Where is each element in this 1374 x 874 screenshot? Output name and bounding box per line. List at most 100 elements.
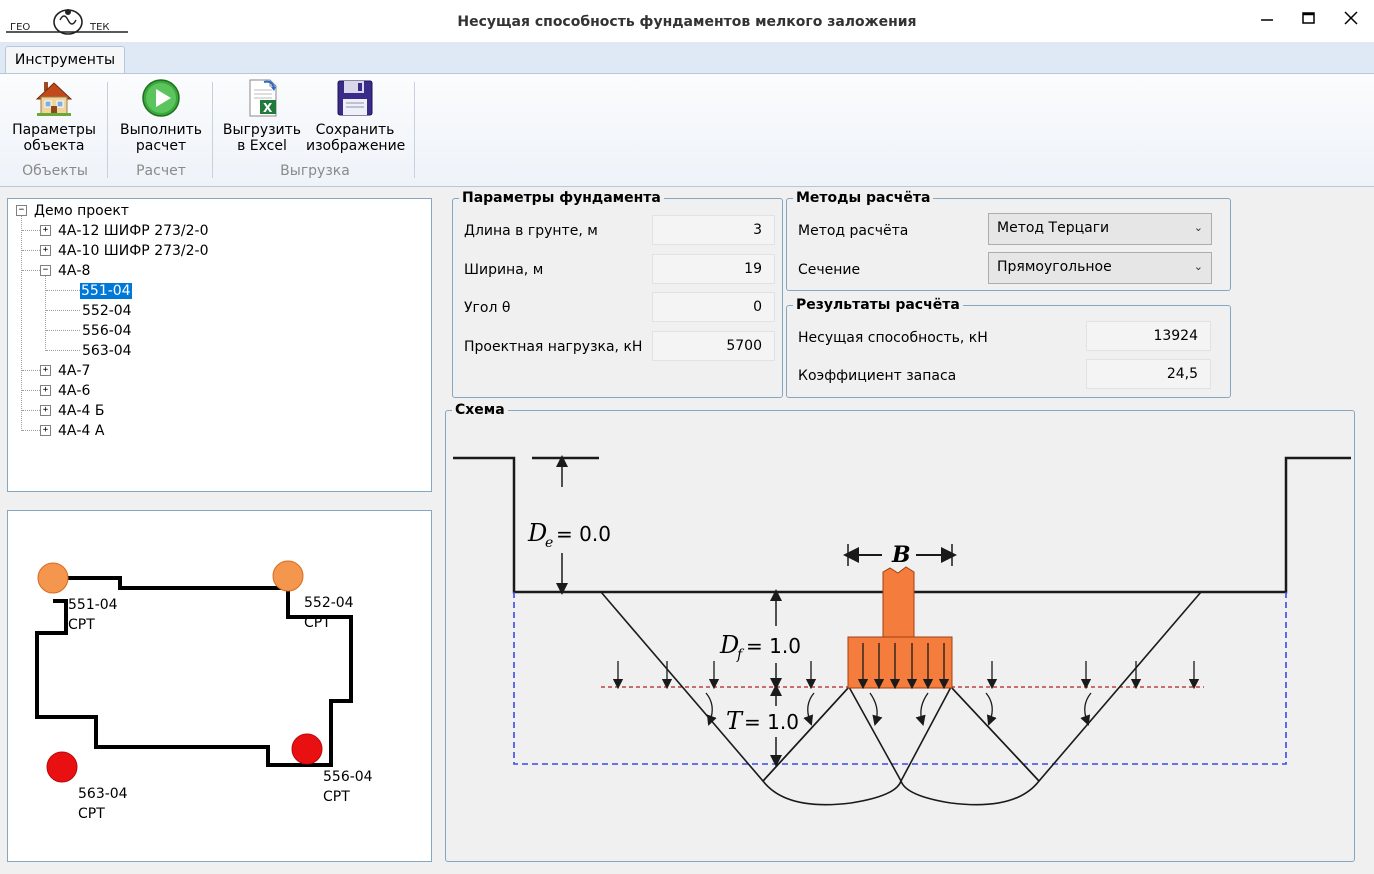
tree-line bbox=[46, 310, 80, 311]
tree-child-selected[interactable]: 551-04 bbox=[80, 281, 132, 301]
tree-line bbox=[45, 275, 46, 351]
house-icon bbox=[35, 82, 73, 116]
df-subscript: f bbox=[736, 647, 745, 663]
borehole-label: 556-04 bbox=[323, 769, 373, 785]
borehole-type: CPT bbox=[323, 789, 350, 805]
group-label-calc: Расчет bbox=[136, 163, 186, 179]
borehole-label: 551-04 bbox=[68, 597, 118, 613]
tree-line bbox=[22, 250, 40, 251]
scheme-diagram: D e = 0.0 D f = 1.0 T = 1.0 B bbox=[453, 455, 1351, 806]
results-title: Результаты расчёта bbox=[793, 296, 963, 314]
chevron-down-icon: ⌄ bbox=[1193, 221, 1203, 234]
project-tree: − Демо проект + 4А-12 ШИФР 273/2-0 + 4А-… bbox=[7, 198, 432, 492]
scheme-group: Схема D e = 0.0 D f = 1.0 T = 1.0 B bbox=[445, 401, 1355, 862]
capacity-label: Несущая способность, кН bbox=[798, 330, 988, 346]
object-params-label-2: объекта bbox=[23, 138, 85, 154]
log-spiral-left bbox=[762, 780, 902, 806]
section-select-value: Прямоугольное bbox=[997, 259, 1112, 275]
collapse-icon[interactable]: − bbox=[40, 265, 51, 276]
safety-value: 24,5 bbox=[1086, 359, 1211, 389]
chevron-down-icon: ⌄ bbox=[1193, 260, 1203, 273]
export-excel-label-1: Выгрузить bbox=[222, 122, 302, 138]
results-group: Результаты расчёта Несущая способность, … bbox=[786, 296, 1231, 398]
tree-line bbox=[46, 330, 80, 331]
tree-line bbox=[46, 290, 80, 291]
load-label: Проектная нагрузка, кН bbox=[464, 339, 643, 355]
tree-item[interactable]: 4А-4 А bbox=[58, 421, 104, 441]
run-calculation-label-1: Выполнить bbox=[120, 122, 202, 138]
length-field[interactable]: 3 bbox=[652, 215, 775, 245]
borehole-marker-563 bbox=[46, 751, 78, 783]
minimize-button[interactable] bbox=[1252, 7, 1282, 29]
maximize-button[interactable] bbox=[1294, 7, 1324, 29]
methods-group: Методы расчёта Метод расчёта Метод Терца… bbox=[786, 189, 1231, 291]
tree-item[interactable]: 4А-12 ШИФР 273/2-0 bbox=[58, 221, 209, 241]
wedge-line bbox=[900, 686, 952, 782]
run-calculation-label-2: расчет bbox=[135, 138, 187, 154]
close-icon bbox=[1344, 11, 1358, 25]
object-params-button[interactable]: Параметры объекта bbox=[8, 78, 100, 154]
minimize-icon bbox=[1261, 19, 1273, 21]
angle-field[interactable]: 0 bbox=[652, 292, 775, 322]
export-excel-button[interactable]: X Выгрузить в Excel bbox=[222, 78, 302, 154]
excel-icon: X bbox=[249, 79, 277, 117]
object-params-label-1: Параметры bbox=[12, 122, 96, 138]
tree-item[interactable]: 4А-6 bbox=[58, 381, 90, 401]
tree-line bbox=[22, 270, 40, 271]
group-label-export: Выгрузка bbox=[280, 163, 350, 179]
save-image-label-2: изображение bbox=[306, 138, 406, 154]
expand-icon[interactable]: + bbox=[40, 385, 51, 396]
tree-item[interactable]: 4А-8 bbox=[58, 261, 90, 281]
tree-root[interactable]: Демо проект bbox=[34, 201, 129, 221]
tree-line bbox=[46, 350, 80, 351]
export-excel-label-2: в Excel bbox=[237, 138, 287, 154]
collapse-icon[interactable]: − bbox=[16, 205, 27, 216]
expand-icon[interactable]: + bbox=[40, 405, 51, 416]
group-label-objects: Объекты bbox=[22, 163, 88, 179]
angle-label: Угол θ bbox=[464, 300, 511, 316]
method-select[interactable]: Метод Терцаги ⌄ bbox=[988, 213, 1212, 245]
load-field[interactable]: 5700 bbox=[652, 331, 775, 361]
method-label: Метод расчёта bbox=[798, 223, 909, 239]
tree-item[interactable]: 4А-10 ШИФР 273/2-0 bbox=[58, 241, 209, 261]
width-field[interactable]: 19 bbox=[652, 254, 775, 284]
site-plan: 551-04 CPT 552-04 CPT 556-04 CPT 563-04 … bbox=[7, 510, 432, 862]
tree-child-label: 551-04 bbox=[80, 283, 132, 299]
tree-item[interactable]: 4А-4 Б bbox=[58, 401, 105, 421]
window-title: Несущая способность фундаментов мелкого … bbox=[457, 14, 917, 30]
tree-item[interactable]: 4А-7 bbox=[58, 361, 90, 381]
t-symbol: T bbox=[726, 707, 744, 735]
save-image-label-1: Сохранить bbox=[315, 122, 395, 138]
expand-icon[interactable]: + bbox=[40, 425, 51, 436]
tree-line bbox=[22, 390, 40, 391]
tree-line bbox=[22, 230, 40, 231]
expand-icon[interactable]: + bbox=[40, 225, 51, 236]
b-symbol: B bbox=[891, 542, 911, 568]
safety-label: Коэффициент запаса bbox=[798, 368, 957, 384]
tree-child[interactable]: 552-04 bbox=[82, 301, 132, 321]
t-value: = 1.0 bbox=[744, 710, 799, 734]
length-label: Длина в грунте, м bbox=[464, 223, 598, 239]
tab-instruments[interactable]: Инструменты bbox=[5, 46, 125, 74]
borehole-marker-552 bbox=[272, 560, 304, 592]
section-select[interactable]: Прямоугольное ⌄ bbox=[988, 252, 1212, 284]
expand-icon[interactable]: + bbox=[40, 245, 51, 256]
borehole-marker-551 bbox=[37, 562, 69, 594]
methods-title: Методы расчёта bbox=[793, 189, 934, 207]
tree-line bbox=[21, 215, 22, 431]
footing-column bbox=[882, 566, 915, 638]
tree-child[interactable]: 563-04 bbox=[82, 341, 132, 361]
expand-icon[interactable]: + bbox=[40, 365, 51, 376]
ribbon-separator bbox=[414, 82, 415, 178]
save-image-button[interactable]: Сохранить изображение bbox=[306, 78, 406, 154]
close-button[interactable] bbox=[1336, 7, 1366, 29]
tree-child[interactable]: 556-04 bbox=[82, 321, 132, 341]
ribbon: Параметры объекта Выполнить расчет X Выг… bbox=[0, 73, 1374, 187]
de-subscript: e bbox=[545, 535, 553, 551]
ribbon-separator bbox=[107, 82, 108, 178]
play-icon bbox=[142, 79, 180, 117]
borehole-marker-556 bbox=[291, 733, 323, 765]
run-calculation-button[interactable]: Выполнить расчет bbox=[116, 78, 206, 154]
capacity-value: 13924 bbox=[1086, 321, 1211, 351]
maximize-icon bbox=[1302, 12, 1315, 24]
